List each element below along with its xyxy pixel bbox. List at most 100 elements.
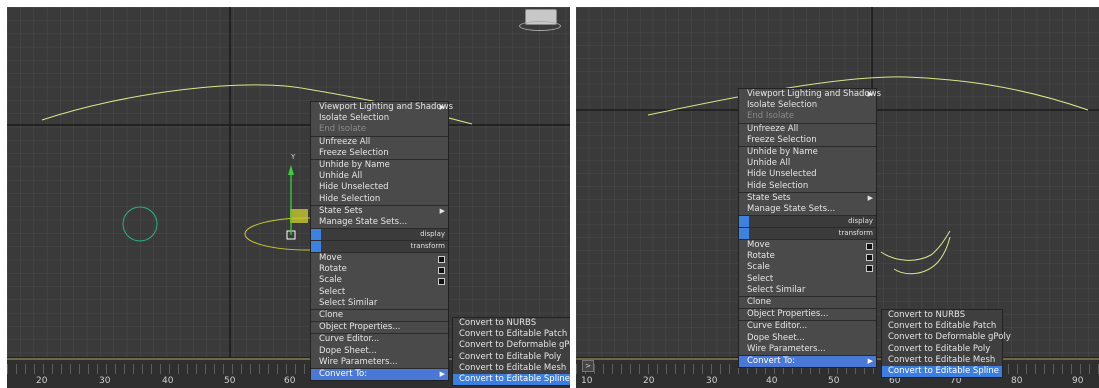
menu-item-select-similar[interactable]: Select Similar — [311, 298, 448, 309]
menu-item-hide-unselected[interactable]: Hide Unselected — [311, 182, 448, 193]
menu-item-viewport-lighting-and-shadows[interactable]: Viewport Lighting and Shadows ▶ — [739, 89, 881, 100]
quad-context-menu[interactable]: Viewport Lighting and Shadows ▶ Isolate Se… — [738, 88, 881, 369]
menu-item-dope-sheet[interactable]: Dope Sheet... — [311, 346, 448, 357]
menu-item-dope-sheet[interactable]: Dope Sheet... — [739, 333, 876, 344]
menu-item-state-sets[interactable]: State Sets ▶ — [311, 204, 448, 217]
menu-item-clone[interactable]: Clone — [311, 309, 448, 321]
menu-item-label: Manage State Sets... — [747, 203, 836, 214]
options-box-icon[interactable] — [866, 265, 873, 273]
menu-item-label: Select Similar — [319, 297, 378, 308]
submenu-arrow-icon: ▶ — [439, 206, 445, 215]
ruler-tick-label: 10 — [581, 376, 593, 386]
menu-item-scale[interactable]: Scale — [311, 275, 448, 286]
submenu-item-convert-to-editable-poly[interactable]: Convert to Editable Poly — [882, 344, 1002, 355]
menu-item-label: Wire Parameters... — [319, 356, 398, 367]
ruler-tick-label: 40 — [162, 376, 174, 386]
quad-header-transform: transform — [739, 227, 876, 240]
menu-item-rotate[interactable]: Rotate — [739, 251, 876, 262]
menu-item-unfreeze-all[interactable]: Unfreeze All — [739, 122, 876, 135]
menu-item-move[interactable]: Move — [739, 239, 876, 251]
menu-item-wire-parameters[interactable]: Wire Parameters... — [739, 344, 876, 355]
menu-item-label: Convert To: — [747, 355, 796, 366]
options-box-icon[interactable] — [866, 254, 873, 262]
menu-item-label: Hide Selection — [319, 193, 381, 204]
gizmo-plane-handle[interactable] — [290, 209, 308, 223]
convert-to-submenu[interactable]: Convert to NURBS Convert to Editable Patc… — [881, 309, 1011, 379]
submenu-item-convert-to-nurbs[interactable]: Convert to NURBS — [453, 318, 570, 329]
menu-item-manage-state-sets[interactable]: Manage State Sets... — [739, 204, 876, 215]
menu-item-label: Manage State Sets... — [319, 216, 408, 227]
menu-item-label: Isolate Selection — [319, 113, 390, 124]
menu-item-label: Unhide by Name — [319, 159, 390, 170]
convert-to-submenu[interactable]: Convert to NURBS Convert to Editable Patc… — [452, 317, 570, 387]
options-box-icon[interactable] — [438, 278, 445, 286]
menu-item-select[interactable]: Select — [311, 287, 448, 298]
options-box-icon[interactable] — [438, 256, 445, 264]
menu-item-label: Viewport Lighting and Shadows — [319, 102, 454, 112]
menu-item-scale[interactable]: Scale — [739, 262, 876, 273]
menu-item-unhide-all[interactable]: Unhide All — [739, 158, 876, 169]
menu-item-label: Rotate — [319, 264, 347, 275]
menu-item-label: Rotate — [747, 251, 775, 262]
submenu-item-convert-to-editable-mesh[interactable]: Convert to Editable Mesh — [882, 355, 1002, 366]
menu-item-freeze-selection[interactable]: Freeze Selection — [311, 148, 448, 159]
options-box-icon[interactable] — [438, 267, 445, 275]
options-box-icon[interactable] — [866, 243, 873, 251]
menu-item-select[interactable]: Select — [739, 274, 876, 285]
menu-item-freeze-selection[interactable]: Freeze Selection — [739, 135, 876, 146]
quad-label: display — [848, 217, 873, 226]
submenu-item-convert-to-editable-poly[interactable]: Convert to Editable Poly — [453, 352, 570, 363]
menu-item-isolate-selection[interactable]: Isolate Selection — [739, 100, 876, 111]
menu-item-label: Freeze Selection — [319, 147, 389, 158]
ruler-tick-label: 60 — [284, 376, 296, 386]
menu-item-move[interactable]: Move — [311, 252, 448, 264]
quad-indicator-icon — [739, 228, 749, 240]
submenu-item-convert-to-editable-spline[interactable]: Convert to Editable Spline — [882, 365, 1002, 378]
submenu-item-convert-to-editable-spline[interactable]: Convert to Editable Spline — [453, 373, 570, 386]
menu-item-unhide-by-name[interactable]: Unhide by Name — [311, 158, 448, 171]
quad-label: display — [420, 230, 445, 239]
ruler-tick-label: 30 — [706, 376, 718, 386]
submenu-item-convert-to-editable-patch[interactable]: Convert to Editable Patch — [453, 329, 570, 340]
menu-item-curve-editor[interactable]: Curve Editor... — [739, 320, 876, 332]
menu-item-clone[interactable]: Clone — [739, 296, 876, 308]
submenu-item-convert-to-deformable-gpoly[interactable]: Convert to Deformable gPoly — [453, 340, 570, 351]
menu-item-label: Curve Editor... — [747, 321, 808, 332]
quad-indicator-icon — [311, 229, 321, 241]
quad-context-menu[interactable]: Viewport Lighting and Shadows ▶ Isolate Se… — [310, 101, 453, 382]
menu-item-object-properties[interactable]: Object Properties... — [311, 321, 448, 333]
menu-item-wire-parameters[interactable]: Wire Parameters... — [311, 357, 448, 368]
menu-item-curve-editor[interactable]: Curve Editor... — [311, 333, 448, 345]
menu-item-hide-unselected[interactable]: Hide Unselected — [739, 169, 876, 180]
menu-item-label: Wire Parameters... — [747, 343, 826, 354]
submenu-item-convert-to-deformable-gpoly[interactable]: Convert to Deformable gPoly — [882, 332, 1011, 343]
menu-item-convert-to[interactable]: Convert To: ▶ — [311, 367, 448, 381]
submenu-item-convert-to-editable-patch[interactable]: Convert to Editable Patch — [882, 321, 1002, 332]
menu-item-manage-state-sets[interactable]: Manage State Sets... — [311, 217, 448, 228]
menu-item-unfreeze-all[interactable]: Unfreeze All — [311, 135, 448, 148]
menu-item-unhide-by-name[interactable]: Unhide by Name — [739, 145, 876, 158]
menu-item-label: State Sets — [747, 192, 791, 203]
menu-item-hide-selection[interactable]: Hide Selection — [739, 181, 876, 192]
menu-item-unhide-all[interactable]: Unhide All — [311, 171, 448, 182]
submenu-item-convert-to-nurbs[interactable]: Convert to NURBS — [882, 310, 1002, 321]
submenu-item-convert-to-editable-mesh[interactable]: Convert to Editable Mesh — [453, 363, 570, 374]
submenu-arrow-icon: ▶ — [439, 103, 445, 111]
menu-item-hide-selection[interactable]: Hide Selection — [311, 194, 448, 205]
menu-item-label: Move — [747, 240, 770, 251]
menu-item-label: Convert To: — [319, 368, 368, 379]
menu-item-rotate[interactable]: Rotate — [311, 264, 448, 275]
menu-item-label: Curve Editor... — [319, 334, 380, 345]
menu-item-select-similar[interactable]: Select Similar — [739, 285, 876, 296]
menu-item-viewport-lighting-and-shadows[interactable]: Viewport Lighting and Shadows ▶ — [311, 102, 453, 113]
menu-item-object-properties[interactable]: Object Properties... — [739, 308, 876, 320]
viewcube-ring-icon[interactable] — [519, 21, 561, 31]
viewport-right[interactable]: > 10 20 30 40 50 60 70 80 90 Viewport Li… — [576, 7, 1099, 388]
viewport-left[interactable]: Y 20 30 40 50 60 Viewport Lighting and S… — [7, 7, 570, 388]
menu-item-label: Hide Selection — [747, 180, 809, 191]
timeline-expand-button[interactable]: > — [582, 360, 594, 372]
menu-item-convert-to[interactable]: Convert To: ▶ — [739, 354, 876, 368]
menu-item-isolate-selection[interactable]: Isolate Selection — [311, 113, 448, 124]
quad-header-transform: transform — [311, 240, 448, 253]
menu-item-state-sets[interactable]: State Sets ▶ — [739, 191, 876, 204]
